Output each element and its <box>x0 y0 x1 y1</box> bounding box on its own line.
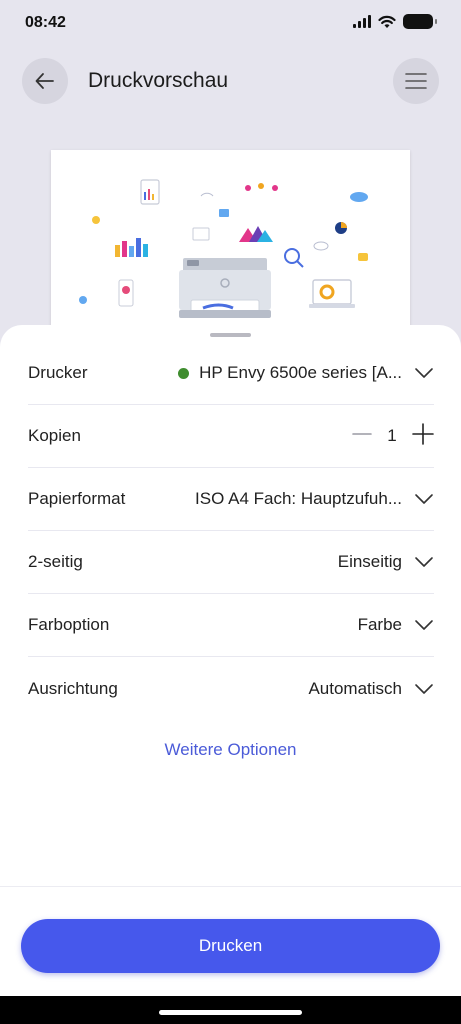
print-settings-sheet: Drucker HP Envy 6500e series [A... Kopie… <box>0 325 461 1024</box>
orientation-row[interactable]: Ausrichtung Automatisch <box>28 657 434 720</box>
status-bar: 08:42 <box>0 0 461 48</box>
printer-value: HP Envy 6500e series [A... <box>199 363 402 382</box>
page-title: Druckvorschau <box>88 69 229 92</box>
printer-illustration <box>79 179 368 318</box>
duplex-label: 2-seitig <box>28 552 83 571</box>
chevron-down-icon[interactable] <box>414 363 434 383</box>
paper-label: Papierformat <box>28 489 126 508</box>
back-arrow-icon <box>35 73 54 89</box>
paper-value: ISO A4 Fach: Hauptzufuh... <box>195 489 402 508</box>
home-indicator-area <box>0 996 461 1024</box>
home-indicator[interactable] <box>159 1010 302 1015</box>
color-value: Farbe <box>357 615 402 634</box>
battery-icon <box>403 14 437 29</box>
chevron-down-icon[interactable] <box>414 615 434 635</box>
footer-divider <box>0 886 461 887</box>
color-row[interactable]: Farboption Farbe <box>28 594 434 657</box>
copies-stepper[interactable]: 1 <box>352 422 434 450</box>
printer-status-dot <box>178 367 190 379</box>
hamburger-menu-icon <box>405 73 427 89</box>
printer-row[interactable]: Drucker HP Envy 6500e series [A... <box>28 342 434 405</box>
plus-icon[interactable] <box>412 422 434 450</box>
print-preview-page[interactable] <box>51 150 410 340</box>
signal-icon <box>353 15 371 28</box>
chevron-down-icon[interactable] <box>414 679 434 699</box>
copies-value: 1 <box>387 426 397 445</box>
status-time: 08:42 <box>25 14 66 31</box>
color-label: Farboption <box>28 615 110 634</box>
menu-button[interactable] <box>393 58 439 104</box>
back-button[interactable] <box>22 58 68 104</box>
chevron-down-icon[interactable] <box>414 552 434 572</box>
header: Druckvorschau <box>0 58 461 106</box>
chevron-down-icon[interactable] <box>414 489 434 509</box>
status-icons <box>353 14 437 29</box>
copies-label: Kopien <box>28 426 81 445</box>
paper-row[interactable]: Papierformat ISO A4 Fach: Hauptzufuh... <box>28 468 434 531</box>
duplex-row[interactable]: 2-seitig Einseitig <box>28 531 434 594</box>
more-options-link[interactable]: Weitere Optionen <box>0 740 461 760</box>
copies-row: Kopien 1 <box>28 405 434 468</box>
orientation-label: Ausrichtung <box>28 678 118 698</box>
minus-icon[interactable] <box>352 424 372 449</box>
orientation-value: Automatisch <box>308 678 402 698</box>
sheet-grabber[interactable] <box>210 333 251 337</box>
wifi-icon <box>378 15 396 28</box>
duplex-value: Einseitig <box>337 552 402 571</box>
printer-graphic <box>179 258 271 318</box>
printer-label: Drucker <box>28 363 88 382</box>
print-button[interactable]: Drucken <box>21 919 440 973</box>
